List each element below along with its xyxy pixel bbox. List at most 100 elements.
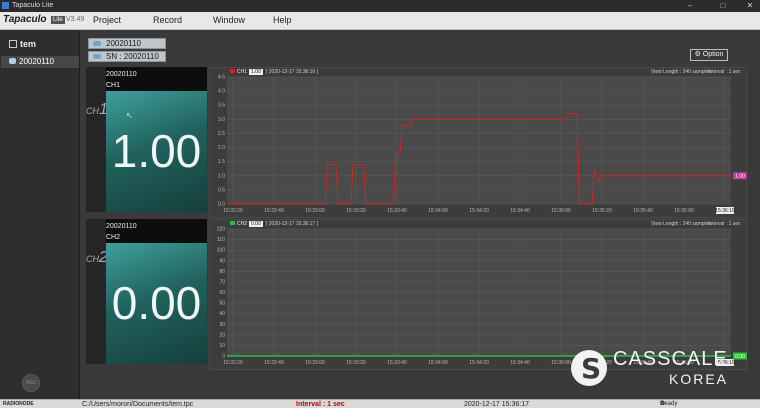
status-bar: RADIONODE C:/Users/morori/Documents/tem.… [0, 399, 760, 408]
option-button-label: Option [702, 51, 724, 58]
channel-name: CH1 [106, 82, 121, 89]
channel-device: 20020110 [106, 223, 137, 230]
x-tick-label: 15:34:00 [428, 208, 448, 214]
menu-bar: Tapaculo Lite V3.49 Project Record Windo… [0, 12, 760, 30]
chart-timestamp: [ 2020-12-17 15:36:16 ] [266, 69, 318, 75]
datetime-status: 2020-12-17 15:36:17 [464, 401, 529, 408]
x-tick-label: 15:36:16 [715, 208, 735, 214]
chart-timestamp: [ 2020-12-17 15:36:17 ] [266, 221, 318, 227]
x-tick-label: 15:33:40 [387, 360, 407, 366]
device-icon [93, 41, 101, 46]
minimize-button[interactable]: – [680, 0, 700, 12]
channel-marker: CH2 [86, 249, 108, 267]
channel-marker: CH1 [86, 101, 108, 119]
channel-marker-prefix: CH [86, 254, 99, 264]
y-tick-label: 100 [217, 248, 226, 254]
app-logo: Tapaculo [3, 14, 47, 25]
device-tag-label: 20020110 [106, 39, 141, 48]
x-tick-label: 15:35:00 [551, 360, 571, 366]
x-tick-label: 15:35:20 [592, 208, 612, 214]
watermark-line2: KOREA [669, 371, 729, 387]
device-icon [9, 58, 16, 64]
legend-name: CH2 [237, 221, 248, 227]
y-tick-label: 120 [217, 227, 226, 233]
chart-ch1-svg: 0.0 0.5 1.0 1.5 2.0 2.5 3.0 3.5 4.0 4.5 15:32:20 15… [218, 75, 747, 214]
menu-window[interactable]: Window [213, 15, 245, 25]
x-tick-label: 15:36:00 [674, 208, 694, 214]
edition-badge: Lite [51, 16, 65, 24]
chart-view-length: View Length : 240 samples [651, 69, 711, 75]
x-tick-label: 15:33:40 [387, 208, 407, 214]
channel-marker-prefix: CH [86, 106, 99, 116]
legend-value: 1.00 [249, 69, 263, 75]
legend-swatch [230, 69, 235, 73]
x-tick-label: 15:34:20 [469, 360, 489, 366]
casscale-watermark: S CASSCALE KOREA [571, 348, 749, 394]
y-tick-label: 0.0 [218, 202, 225, 208]
y-tick-label: 2.0 [218, 145, 225, 151]
x-tick-label: 15:33:00 [305, 360, 325, 366]
record-button[interactable]: REC [22, 374, 40, 392]
y-tick-label: 1.0 [218, 173, 225, 179]
channel-panel-2[interactable]: CH2 20020110 CH2 0.00 [86, 219, 207, 364]
y-tick-label: 1.5 [218, 159, 225, 165]
menu-help[interactable]: Help [273, 15, 292, 25]
device-icon [93, 54, 101, 59]
project-icon [9, 40, 17, 48]
y-tick-label: 40 [219, 311, 225, 317]
maximize-button[interactable]: □ [713, 0, 733, 12]
y-tick-label: 3.0 [218, 117, 225, 123]
y-tick-label: 60 [219, 290, 225, 296]
sidebar-item-device-label: 20020110 [19, 57, 54, 66]
project-group[interactable]: tem [9, 39, 36, 49]
interval-status: Interval : 1 sec [296, 401, 345, 408]
x-tick-label: 15:34:40 [510, 208, 530, 214]
x-tick-label: 15:33:00 [305, 208, 325, 214]
chart-interval: Interval : 1 sec [708, 221, 741, 227]
chart-interval: Interval : 1 sec [708, 69, 741, 75]
y-tick-label: 30 [219, 322, 225, 328]
sidebar: tem 20020110 REC [0, 30, 80, 399]
menu-record[interactable]: Record [153, 15, 182, 25]
sidebar-item-device[interactable]: 20020110 [1, 56, 79, 68]
ready-label: Ready [660, 401, 678, 407]
serial-tag-label: SN : 20020110 [106, 52, 159, 61]
window-title: Tapaculo Lite [12, 2, 54, 9]
end-value-label: 1.00 [735, 174, 745, 180]
serial-tag: SN : 20020110 [88, 51, 166, 62]
x-tick-label: 15:33:20 [346, 208, 366, 214]
chart-ch1[interactable]: 0.0 0.5 1.0 1.5 2.0 2.5 3.0 3.5 4.0 4.5 15:32:20 15… [209, 67, 747, 218]
chart-legend: CH2 0.00 [230, 221, 263, 227]
option-button[interactable]: ⚙ Option [690, 49, 728, 61]
y-tick-label: 70 [219, 279, 225, 285]
channel-name: CH2 [106, 234, 121, 241]
channel-device: 20020110 [106, 71, 137, 78]
device-tag: 20020110 [88, 38, 166, 49]
y-tick-label: 4.0 [218, 89, 225, 95]
channel-header: 20020110 CH1 [106, 67, 207, 91]
x-tick-label: 15:32:20 [223, 208, 243, 214]
legend-name: CH1 [237, 69, 248, 75]
channel-header: 20020110 CH2 [106, 219, 207, 243]
mouse-cursor-icon: ↖ [126, 111, 133, 120]
x-tick-label: 15:34:00 [428, 360, 448, 366]
close-button[interactable]: ✕ [740, 0, 760, 12]
x-tick-label: 15:33:20 [346, 360, 366, 366]
watermark-line1: CASSCALE [613, 348, 728, 370]
y-tick-label: 3.5 [218, 103, 225, 109]
menu-project[interactable]: Project [93, 15, 121, 25]
y-tick-label: 80 [219, 269, 225, 275]
app-icon [2, 2, 9, 9]
x-tick-label: 15:32:20 [223, 360, 243, 366]
y-tick-label: 90 [219, 258, 225, 264]
chart-view-length: View Length : 240 samples [651, 221, 711, 227]
y-tick-label: 50 [219, 301, 225, 307]
x-tick-label: 15:32:40 [264, 360, 284, 366]
title-bar: Tapaculo Lite – □ ✕ [0, 0, 760, 12]
channel-panel-1[interactable]: CH1 20020110 CH1 1.00 ↖ [86, 67, 207, 212]
x-tick-label: 15:34:40 [510, 360, 530, 366]
brand-label: RADIONODE [3, 401, 34, 407]
y-tick-label: 110 [217, 237, 225, 243]
y-tick-label: 20 [219, 332, 225, 338]
file-path: C:/Users/morori/Documents/tem.tpc [82, 401, 194, 408]
